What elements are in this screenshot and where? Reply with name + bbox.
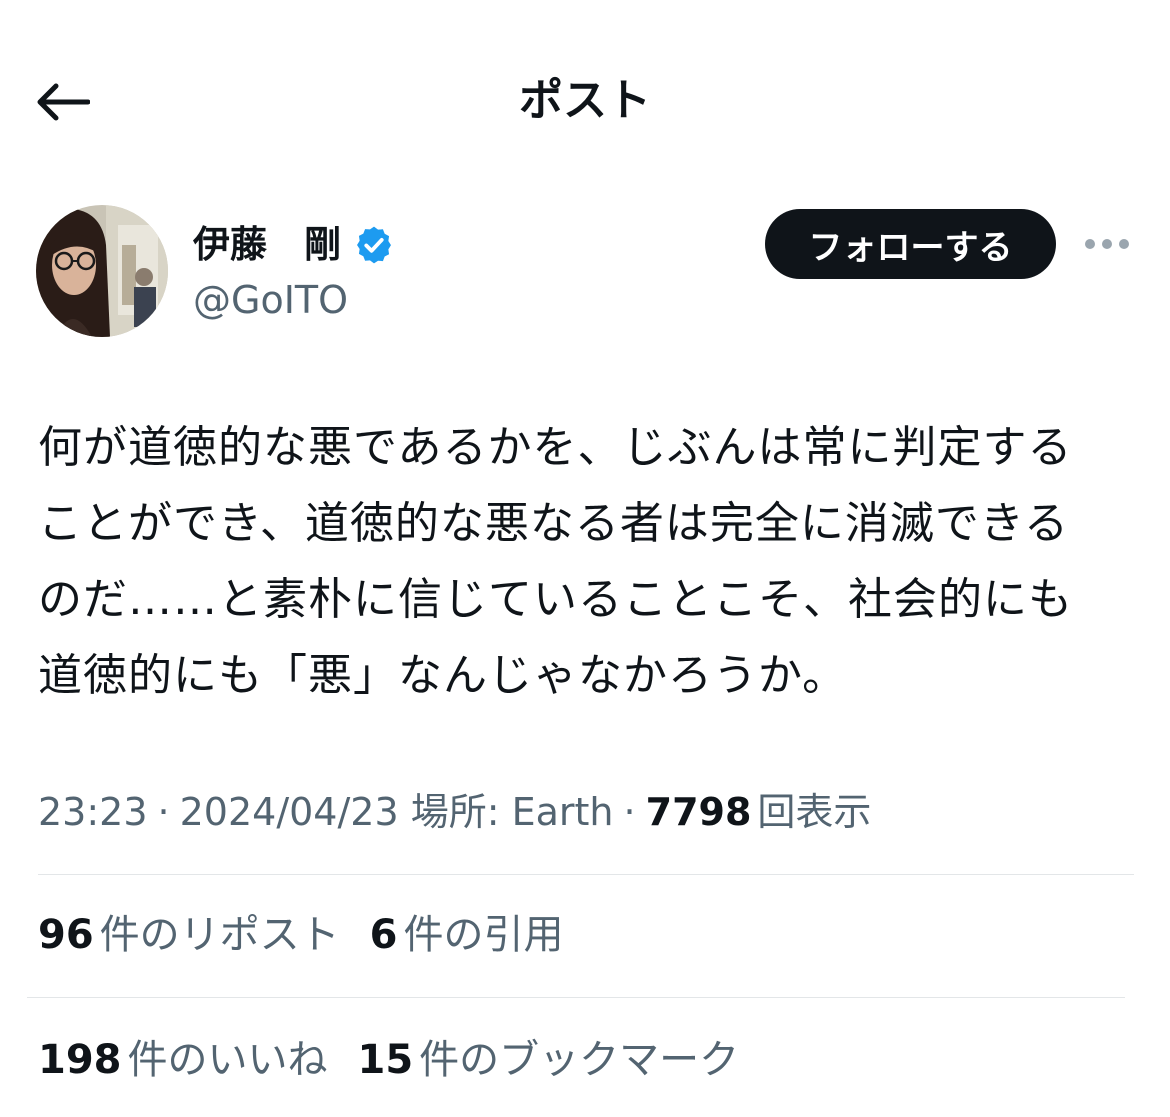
- post-text: 何が道徳的な悪であるかを、じぶんは常に判定する ことができ、道徳的な悪なる者は完…: [38, 410, 1148, 714]
- post-time[interactable]: 23:23: [38, 790, 148, 834]
- stats-row-reposts: 96 件のリポスト 6 件の引用: [38, 905, 594, 965]
- quotes-count: 6: [369, 912, 398, 958]
- likes-label: 件のいいね: [127, 1037, 328, 1083]
- quotes-stat[interactable]: 6 件の引用: [370, 905, 564, 965]
- post-text-line: ことができ、道徳的な悪なる者は完全に消滅できる: [38, 498, 1070, 549]
- more-horizontal-icon: [1085, 239, 1129, 249]
- avatar[interactable]: [36, 205, 168, 337]
- post-text-line: のだ……と素朴に信じていることこそ、社会的にも: [38, 574, 1073, 625]
- reposts-count: 96: [38, 912, 94, 958]
- follow-button[interactable]: フォローする: [765, 209, 1056, 279]
- author-handle[interactable]: @GoITO: [193, 276, 348, 324]
- views-label: 回表示: [757, 790, 872, 834]
- page-title: ポスト: [519, 75, 651, 126]
- author-name: 伊藤 剛: [193, 223, 341, 266]
- author-name-row[interactable]: 伊藤 剛: [193, 220, 395, 270]
- meta-separator: ·: [157, 790, 170, 834]
- more-button[interactable]: [1082, 226, 1132, 262]
- quotes-label: 件の引用: [403, 912, 564, 958]
- post-text-line: 道徳的にも「悪」なんじゃなかろうか。: [38, 650, 848, 701]
- verified-badge-icon: [353, 224, 395, 266]
- bookmarks-label: 件のブックマーク: [419, 1037, 740, 1083]
- divider: [38, 874, 1134, 875]
- post-date[interactable]: 2024/04/23: [180, 790, 399, 834]
- views-count: 7798: [645, 790, 752, 834]
- post-meta: 23:23 · 2024/04/23 場所: Earth · 7798 回表示: [38, 784, 871, 840]
- likes-count: 198: [38, 1037, 122, 1083]
- top-bar: ポスト: [0, 0, 1170, 200]
- bookmarks-stat[interactable]: 15 件のブックマーク: [358, 1030, 740, 1090]
- post-text-line: 何が道徳的な悪であるかを、じぶんは常に判定する: [38, 422, 1073, 473]
- bookmarks-count: 15: [357, 1037, 414, 1083]
- divider: [27, 997, 1125, 998]
- profile-photo: [36, 205, 168, 337]
- meta-separator: ·: [623, 790, 636, 834]
- stats-row-likes: 198 件のいいね 15 件のブックマーク: [38, 1030, 769, 1090]
- likes-stat[interactable]: 198 件のいいね: [38, 1030, 328, 1090]
- reposts-label: 件のリポスト: [99, 912, 340, 958]
- post-location: 場所: Earth: [410, 790, 614, 834]
- reposts-stat[interactable]: 96 件のリポスト: [38, 905, 340, 965]
